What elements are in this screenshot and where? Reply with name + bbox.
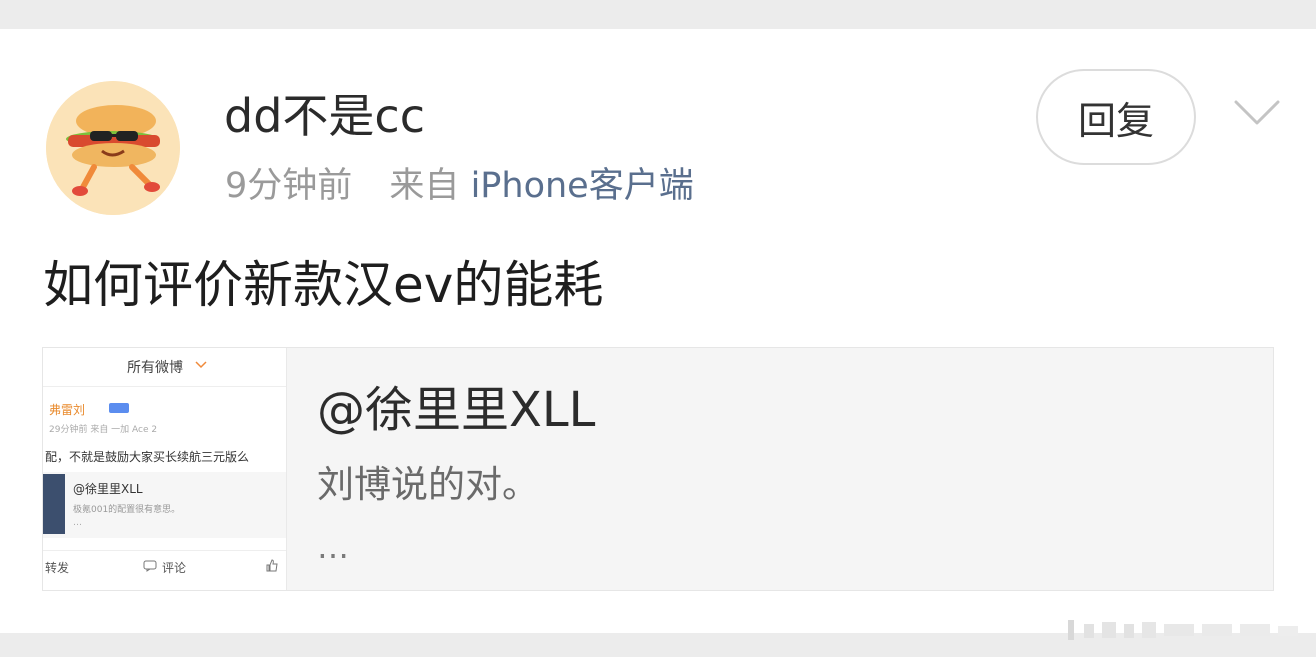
post-meta: 9分钟前 来自 iPhone客户端 xyxy=(225,164,694,208)
quote-thumbnail[interactable]: 所有微博 弗雷刘 29分钟前 来自 一加 Ace 2 配，不就是鼓励大家买长续航… xyxy=(43,348,287,590)
thumb-name: 弗雷刘 xyxy=(49,403,86,417)
thumb-forward: 转发 xyxy=(45,561,70,575)
thumb-action-divider xyxy=(43,550,286,551)
post-text: 如何评价新款汉ev的能耗 xyxy=(43,256,604,314)
thumb-chevron-icon xyxy=(195,361,207,369)
thumb-filter-label: 所有微博 xyxy=(127,360,183,376)
chevron-down-icon[interactable] xyxy=(1232,96,1282,130)
quote-ellipsis: … xyxy=(317,528,351,566)
username[interactable]: dd不是cc xyxy=(224,88,425,144)
quoted-post[interactable]: 所有微博 弗雷刘 29分钟前 来自 一加 Ace 2 配，不就是鼓励大家买长续航… xyxy=(42,347,1274,591)
thumb-divider xyxy=(43,386,286,387)
post-time: 9分钟前 xyxy=(225,166,353,206)
thumb-quote-text: 极氪001的配置很有意思。 xyxy=(73,505,181,515)
watermark-icon xyxy=(1068,620,1298,640)
thumb-meta: 29分钟前 来自 一加 Ace 2 xyxy=(49,425,158,435)
quote-username[interactable]: @徐里里XLL xyxy=(317,380,595,440)
thumb-comment-icon xyxy=(143,560,157,572)
quote-text: 刘博说的对。 xyxy=(317,463,539,506)
thumb-quote-image xyxy=(43,474,65,534)
thumb-quote-user: @徐里里XLL xyxy=(73,482,143,496)
from-label: 来自 xyxy=(389,166,460,206)
thumb-comment: 评论 xyxy=(162,561,187,575)
client-link[interactable]: iPhone客户端 xyxy=(471,166,694,206)
thumb-badge-icon xyxy=(109,403,129,413)
thumb-quote-ellipsis: … xyxy=(73,518,82,528)
avatar[interactable] xyxy=(46,81,180,215)
thumb-like-icon xyxy=(266,559,278,572)
sandwich-avatar-icon xyxy=(46,81,180,215)
thumb-content: 配，不就是鼓励大家买长续航三元版么 xyxy=(45,450,250,464)
reply-button[interactable]: 回复 xyxy=(1036,69,1196,165)
